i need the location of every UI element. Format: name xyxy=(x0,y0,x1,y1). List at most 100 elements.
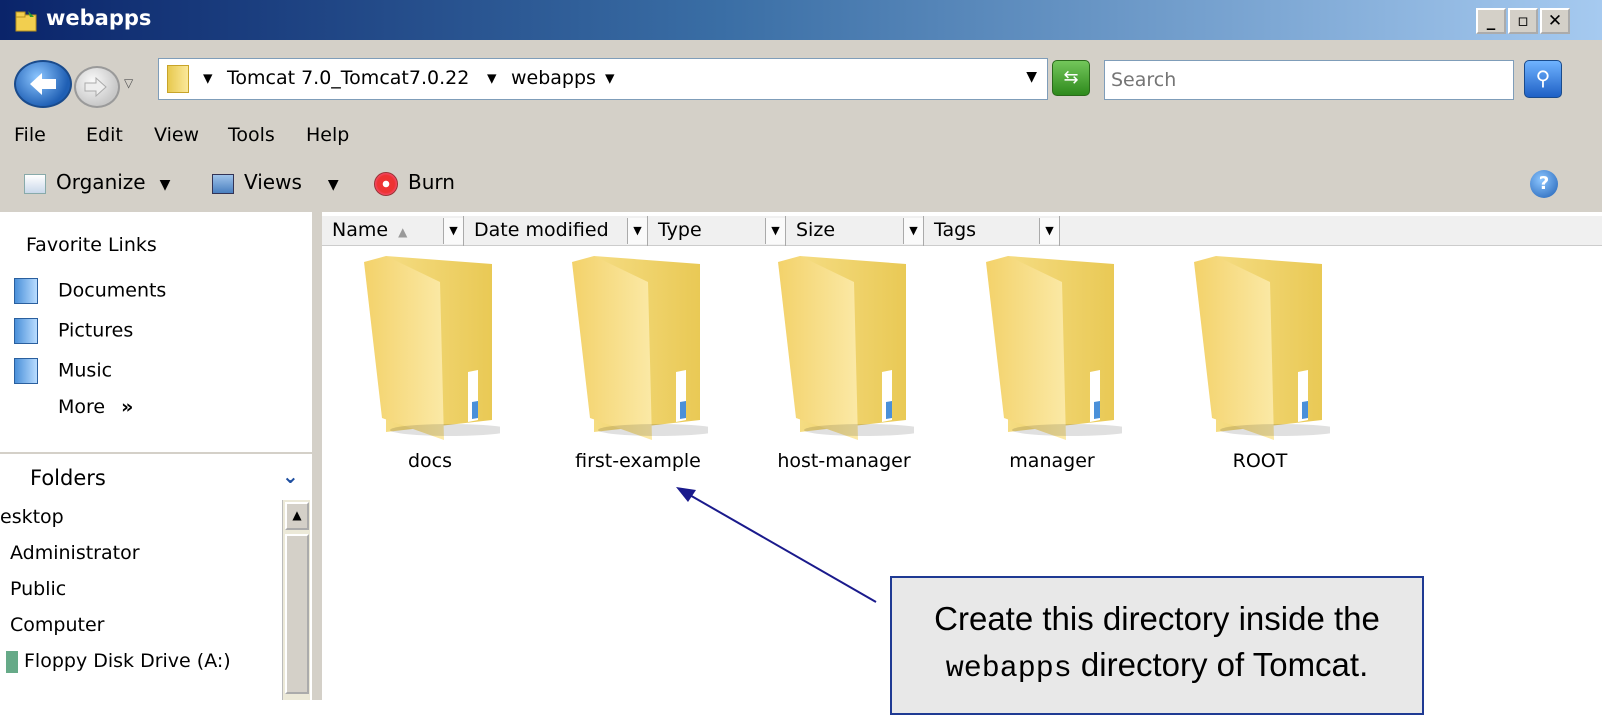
crumb-separator-icon[interactable]: ▾ xyxy=(203,67,213,89)
callout-text-rest: directory of Tomcat. xyxy=(1071,646,1369,683)
forward-button[interactable] xyxy=(74,66,120,108)
close-button[interactable]: ✕ xyxy=(1540,8,1570,34)
scroll-up-button[interactable]: ▲ xyxy=(285,502,309,530)
back-arrow-icon xyxy=(30,73,56,95)
folder-icon xyxy=(167,65,189,93)
forward-arrow-icon xyxy=(84,76,107,98)
column-label: Size xyxy=(796,219,836,241)
column-dropdown-icon[interactable]: ▼ xyxy=(1039,218,1059,244)
more-links[interactable]: More » xyxy=(58,396,133,418)
refresh-button[interactable]: ⇆ xyxy=(1052,60,1090,96)
documents-icon xyxy=(14,278,38,304)
folders-scrollbar[interactable]: ▲ xyxy=(282,500,310,700)
address-box[interactable]: ▾ Tomcat 7.0_Tomcat7.0.22 ▾ webapps ▾ ▼ xyxy=(158,58,1048,100)
tree-item-administrator[interactable]: Administrator xyxy=(10,542,140,564)
back-button[interactable] xyxy=(14,60,72,108)
folder-label: manager xyxy=(1009,450,1095,472)
column-size[interactable]: Size ▼ xyxy=(786,216,924,246)
help-icon[interactable]: ? xyxy=(1530,170,1558,198)
column-label: Date modified xyxy=(474,219,609,241)
tree-item-computer[interactable]: Computer xyxy=(10,614,104,636)
folder-label: first-example xyxy=(575,450,701,472)
folders-title: Folders xyxy=(30,466,106,490)
column-date-modified[interactable]: Date modified ▼ xyxy=(464,216,648,246)
views-dropdown-icon: ▼ xyxy=(327,177,339,193)
views-label: Views xyxy=(244,170,302,194)
column-headers: Name ▲ ▼ Date modified ▼ Type ▼ Size ▼ Ta… xyxy=(322,216,1602,246)
callout-box: Create this directory inside the webapps… xyxy=(890,576,1424,715)
organize-button[interactable]: Organize ▼ xyxy=(24,170,170,194)
favorite-pictures[interactable]: Pictures xyxy=(14,318,133,344)
column-label: Type xyxy=(658,219,702,241)
folder-label: host-manager xyxy=(777,450,911,472)
folder-item-host-manager[interactable]: host-manager xyxy=(744,252,944,492)
organize-dropdown-icon: ▼ xyxy=(159,177,171,193)
chevron-down-icon[interactable]: ⌄ xyxy=(282,464,299,488)
menu-view[interactable]: View xyxy=(154,124,199,146)
crumb-separator-icon[interactable]: ▾ xyxy=(605,67,615,89)
views-icon xyxy=(212,173,234,194)
address-dropdown-icon[interactable]: ▼ xyxy=(1026,69,1037,85)
navigation-pane: Favorite Links Documents Pictures Music … xyxy=(0,212,318,700)
window-title: webapps xyxy=(46,6,152,30)
folder-icon xyxy=(364,256,500,440)
menu-bar: File Edit View Tools Help xyxy=(0,116,1602,156)
breadcrumb-webapps[interactable]: webapps xyxy=(511,67,596,89)
favorite-label: Documents xyxy=(58,279,167,302)
column-name[interactable]: Name ▲ ▼ xyxy=(322,216,464,246)
folder-item-docs[interactable]: docs xyxy=(330,252,530,492)
title-bar[interactable]: webapps _ ▫ ✕ xyxy=(0,0,1602,40)
tree-item-floppy[interactable]: Floppy Disk Drive (A:) xyxy=(6,650,231,673)
floppy-drive-icon xyxy=(6,650,18,673)
folder-icon xyxy=(986,256,1122,440)
pictures-icon xyxy=(14,318,38,344)
tree-item-desktop[interactable]: esktop xyxy=(0,506,64,528)
folder-label: docs xyxy=(407,450,453,472)
sort-ascending-icon: ▲ xyxy=(398,225,408,239)
favorite-music[interactable]: Music xyxy=(14,358,112,384)
column-dropdown-icon[interactable]: ▼ xyxy=(443,218,463,244)
callout-text-line2: webapps directory of Tomcat. xyxy=(892,646,1422,686)
favorite-links-title: Favorite Links xyxy=(26,234,157,256)
folder-item-manager[interactable]: manager xyxy=(952,252,1152,492)
burn-button[interactable]: Burn xyxy=(374,170,455,196)
minimize-button[interactable]: _ xyxy=(1476,8,1506,34)
menu-edit[interactable]: Edit xyxy=(86,124,123,146)
scroll-thumb[interactable] xyxy=(285,534,309,694)
breadcrumb-tomcat[interactable]: Tomcat 7.0_Tomcat7.0.22 xyxy=(227,67,469,89)
folder-item-root[interactable]: ROOT xyxy=(1160,252,1360,492)
column-dropdown-icon[interactable]: ▼ xyxy=(765,218,785,244)
column-dropdown-icon[interactable]: ▼ xyxy=(903,218,923,244)
search-input[interactable] xyxy=(1104,60,1514,100)
menu-help[interactable]: Help xyxy=(306,124,349,146)
burn-label: Burn xyxy=(408,170,455,194)
crumb-separator-icon[interactable]: ▾ xyxy=(487,67,497,89)
organize-icon xyxy=(24,173,46,194)
column-label: Name ▲ xyxy=(332,219,408,241)
history-dropdown-icon[interactable]: ▽ xyxy=(124,76,133,90)
tree-item-public[interactable]: Public xyxy=(10,578,66,600)
double-chevron-icon: » xyxy=(121,396,134,418)
refresh-icon: ⇆ xyxy=(1063,67,1079,88)
column-dropdown-icon[interactable]: ▼ xyxy=(627,218,647,244)
tree-item-label: Floppy Disk Drive (A:) xyxy=(24,650,231,672)
search-button[interactable]: ⚲ xyxy=(1524,60,1562,98)
music-icon xyxy=(14,358,38,384)
column-label: Tags xyxy=(934,219,977,241)
organize-label: Organize xyxy=(56,170,146,194)
restore-button[interactable]: ▫ xyxy=(1508,8,1538,34)
address-bar-row: ▽ ▾ Tomcat 7.0_Tomcat7.0.22 ▾ webapps ▾ … xyxy=(0,46,1602,114)
search-icon: ⚲ xyxy=(1535,66,1551,90)
folders-header[interactable]: Folders ⌄ xyxy=(0,452,312,500)
favorite-documents[interactable]: Documents xyxy=(14,278,166,304)
folder-item-first-example[interactable]: first-example xyxy=(538,252,738,492)
more-label: More xyxy=(58,396,106,418)
column-type[interactable]: Type ▼ xyxy=(648,216,786,246)
views-button[interactable]: Views ▼ xyxy=(212,170,339,194)
folder-label: ROOT xyxy=(1232,450,1288,472)
column-tags[interactable]: Tags ▼ xyxy=(924,216,1060,246)
favorite-label: Pictures xyxy=(58,319,134,342)
menu-tools[interactable]: Tools xyxy=(228,124,275,146)
folder-icon xyxy=(572,256,708,440)
menu-file[interactable]: File xyxy=(14,124,46,146)
